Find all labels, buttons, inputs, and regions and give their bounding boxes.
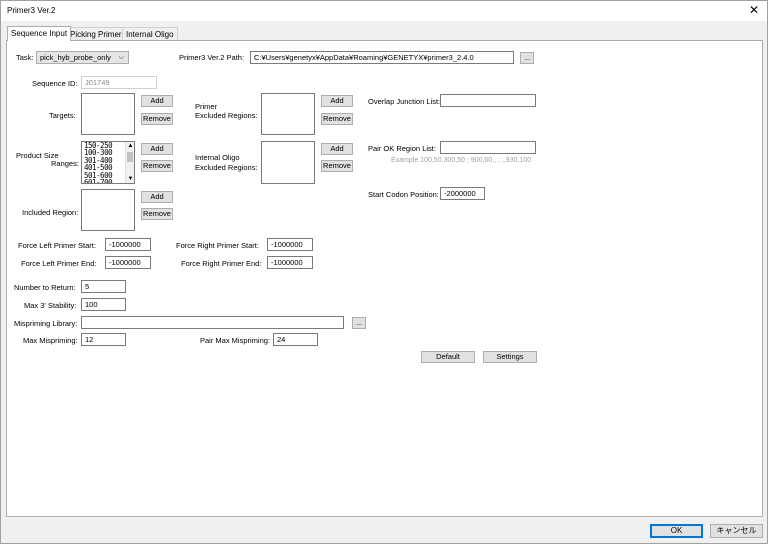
primer3-path-field[interactable]: C:¥Users¥genetyx¥AppData¥Roaming¥GENETYX… — [250, 51, 514, 64]
force-right-start-field[interactable]: -1000000 — [267, 238, 313, 251]
product-size-add-button[interactable]: Add — [141, 143, 173, 155]
default-button[interactable]: Default — [421, 351, 475, 363]
force-left-start-label: Force Left Primer Start: — [18, 241, 96, 250]
primer-excluded-remove-button[interactable]: Remove — [321, 113, 353, 125]
max-3-stability-field[interactable]: 100 — [81, 298, 126, 311]
mispriming-library-field[interactable] — [81, 316, 344, 329]
title-bar: Primer3 Ver.2 ✕ — [1, 1, 767, 21]
included-region-label: Included Region: — [22, 208, 79, 217]
force-left-end-label: Force Left Primer End: — [21, 259, 97, 268]
targets-list[interactable] — [81, 93, 135, 135]
product-size-scrollbar[interactable]: ▲ ▼ — [125, 142, 134, 183]
tab-sequence-input[interactable]: Sequence Input — [7, 26, 72, 41]
overlap-junction-field[interactable] — [440, 94, 536, 107]
internal-oligo-excluded-label-2: Excluded Regions: — [195, 163, 258, 172]
force-right-end-label: Force Right Primer End: — [181, 259, 262, 268]
scroll-down-icon[interactable]: ▼ — [126, 175, 134, 183]
window-title: Primer3 Ver.2 — [7, 6, 56, 15]
scroll-up-icon[interactable]: ▲ — [126, 142, 134, 150]
number-to-return-label: Number to Return: — [14, 283, 76, 292]
pair-ok-example-hint: Example 100,50,300,50 ; 900,60,, ; ,,930… — [391, 157, 532, 164]
max-mispriming-field[interactable]: 12 — [81, 333, 126, 346]
targets-remove-button[interactable]: Remove — [141, 113, 173, 125]
task-select-value: pick_hyb_probe_only — [40, 53, 111, 62]
internal-oligo-excluded-add-button[interactable]: Add — [321, 143, 353, 155]
pair-ok-label: Pair OK Region List: — [368, 144, 436, 153]
chevron-down-icon: ⌵ — [118, 54, 124, 61]
pair-ok-field[interactable] — [440, 141, 536, 154]
cancel-button[interactable]: キャンセル — [710, 524, 763, 538]
max-mispriming-label: Max Mispriming: — [23, 336, 78, 345]
primer-excluded-label-2: Excluded Regions: — [195, 111, 258, 120]
sequence-id-label: Sequence ID: — [32, 79, 78, 88]
scroll-thumb[interactable] — [127, 152, 133, 162]
ok-button[interactable]: OK — [650, 524, 703, 538]
primer-excluded-add-button[interactable]: Add — [321, 95, 353, 107]
max-3-stability-label: Max 3' Stability: — [24, 301, 77, 310]
mispriming-library-browse-button[interactable]: ... — [352, 317, 366, 329]
included-region-remove-button[interactable]: Remove — [141, 208, 173, 220]
tab-picking-primer[interactable]: Picking Primer — [66, 27, 126, 41]
close-icon[interactable]: ✕ — [749, 4, 759, 16]
number-to-return-field[interactable]: 5 — [81, 280, 126, 293]
task-label: Task: — [16, 53, 34, 62]
path-browse-button[interactable]: ... — [520, 52, 534, 64]
force-right-end-field[interactable]: -1000000 — [267, 256, 313, 269]
pair-max-mispriming-field[interactable]: 24 — [273, 333, 318, 346]
internal-oligo-excluded-remove-button[interactable]: Remove — [321, 160, 353, 172]
primer-excluded-label-1: Primer — [195, 102, 218, 111]
primer3-dialog: Primer3 Ver.2 ✕ Sequence Input Picking P… — [0, 0, 768, 544]
internal-oligo-excluded-label-1: Internal Oligo — [195, 153, 240, 162]
task-select[interactable]: pick_hyb_probe_only ⌵ — [36, 51, 129, 64]
internal-oligo-excluded-list[interactable] — [261, 141, 315, 184]
targets-add-button[interactable]: Add — [141, 95, 173, 107]
tab-internal-oligo[interactable]: Internal Oligo — [122, 27, 178, 41]
included-region-list[interactable] — [81, 189, 135, 231]
path-label: Primer3 Ver.2 Path: — [179, 53, 245, 62]
included-region-add-button[interactable]: Add — [141, 191, 173, 203]
pair-max-mispriming-label: Pair Max Mispriming: — [200, 336, 271, 345]
mispriming-library-label: Mispriming Library: — [14, 319, 78, 328]
product-size-list[interactable]: 150-250 100-300 301-400 401-500 501-600 … — [81, 141, 135, 184]
force-left-start-field[interactable]: -1000000 — [105, 238, 151, 251]
targets-label: Targets: — [49, 111, 76, 120]
product-size-label-2: Ranges: — [51, 159, 79, 168]
overlap-junction-label: Overlap Junction List: — [368, 97, 441, 106]
sequence-id-field[interactable]: J01749 — [81, 76, 157, 89]
settings-button[interactable]: Settings — [483, 351, 537, 363]
force-left-end-field[interactable]: -1000000 — [105, 256, 151, 269]
start-codon-label: Start Codon Position: — [368, 190, 439, 199]
force-right-start-label: Force Right Primer Start: — [176, 241, 259, 250]
start-codon-field[interactable]: -2000000 — [440, 187, 485, 200]
product-size-remove-button[interactable]: Remove — [141, 160, 173, 172]
primer-excluded-list[interactable] — [261, 93, 315, 135]
